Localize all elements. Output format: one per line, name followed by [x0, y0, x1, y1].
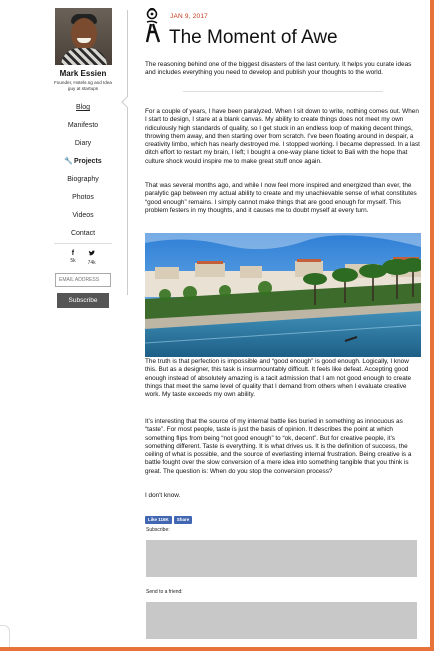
facebook-actions: Like 116K Share	[145, 516, 193, 524]
sidebar-divider	[54, 243, 112, 244]
paragraph: That was several months ago, and while I…	[145, 182, 417, 214]
paragraph: It’s interesting that the source of my i…	[145, 418, 412, 475]
sidebar-item-manifesto[interactable]: Manifesto	[52, 117, 114, 135]
facebook-link[interactable]: f 5k	[70, 250, 75, 267]
twitter-count: 74k	[87, 260, 96, 266]
sidebar-item-biography[interactable]: Biography	[52, 171, 114, 189]
twitter-link[interactable]: 74k	[88, 250, 96, 267]
facebook-icon: f	[71, 250, 75, 257]
post-photo	[145, 233, 421, 357]
facebook-like-button[interactable]: Like 116K	[145, 516, 172, 524]
post-date: JAN 9, 2017	[170, 13, 208, 20]
sidebar-item-diary[interactable]: Diary	[52, 135, 114, 153]
social-links: f 5k 74k	[52, 250, 114, 267]
intro-separator	[183, 91, 383, 92]
paragraph: The truth is that perfection is impossib…	[145, 358, 412, 399]
profile-tagline: Founder, Hotels.ng and Idea guy at start…	[54, 80, 112, 91]
post-title: The Moment of Awe	[169, 27, 338, 48]
page-corner	[0, 625, 10, 647]
sidebar-item-photos[interactable]: Photos	[52, 189, 114, 207]
sidebar-main-divider	[127, 10, 128, 295]
profile-name: Mark Essien	[59, 69, 107, 78]
send-to-friend-label: Send to a friend:	[146, 589, 183, 595]
email-field[interactable]	[55, 273, 111, 287]
avatar	[54, 8, 112, 65]
subscribe-button[interactable]: Subscribe	[57, 293, 109, 308]
facebook-count: 5k	[70, 258, 76, 264]
sidebar-item-videos[interactable]: Videos	[52, 207, 114, 225]
sidebar-item-blog[interactable]: Blog	[52, 99, 114, 117]
post-intro: The reasoning behind one of the biggest …	[145, 61, 412, 77]
sidebar: Mark Essien Founder, Hotels.ng and Idea …	[52, 8, 114, 308]
sidebar-item-contact[interactable]: Contact	[52, 225, 114, 243]
send-to-friend-widget[interactable]	[146, 602, 417, 639]
paragraph: For a couple of years, I have been paral…	[145, 108, 420, 165]
twitter-icon	[88, 250, 96, 260]
facebook-share-button[interactable]: Share	[173, 516, 193, 524]
wrench-icon: 🔧	[64, 158, 74, 165]
paragraph: I don't know.	[145, 492, 181, 499]
sidebar-nav: Blog Manifesto Diary 🔧Projects Biography…	[52, 99, 114, 243]
site-logo-icon	[145, 8, 161, 43]
harbor-photo	[145, 233, 421, 357]
subscribe-label: Subscribe:	[146, 527, 170, 533]
sidebar-item-projects[interactable]: 🔧Projects	[52, 153, 114, 171]
subscribe-widget[interactable]	[146, 540, 417, 577]
